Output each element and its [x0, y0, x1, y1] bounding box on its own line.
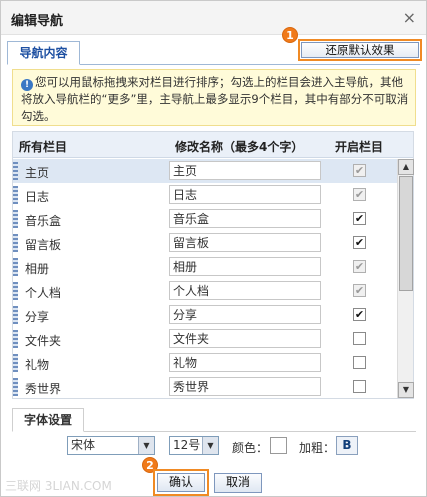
drag-handle-icon[interactable] — [13, 162, 18, 180]
enable-checkbox[interactable]: ✔ — [353, 308, 366, 321]
header-enable: 开启栏目 — [335, 140, 384, 154]
font-size-value: 12号 — [173, 438, 201, 452]
notice-text: 您可以用鼠标拖拽来对栏目进行排序；勾选上的栏目会进入主导航，其他将放入导航栏的“… — [21, 75, 409, 123]
color-label: 颜色： — [232, 441, 269, 455]
row-item-name: 日志 — [25, 190, 50, 204]
table-row[interactable]: 个人档 ✔ — [13, 279, 397, 303]
restore-default-button[interactable]: 还原默认效果 — [301, 42, 419, 58]
drag-handle-icon[interactable] — [13, 234, 18, 252]
table-row[interactable]: 文件夹 — [13, 327, 397, 351]
table-row[interactable]: 秀世界 — [13, 375, 397, 398]
enable-checkbox: ✔ — [353, 284, 366, 297]
step-badge-1: 1 — [282, 27, 298, 43]
rename-input[interactable] — [169, 281, 321, 300]
table-row[interactable]: 礼物 — [13, 351, 397, 375]
enable-checkbox[interactable] — [353, 380, 366, 393]
drag-handle-icon[interactable] — [13, 378, 18, 396]
drag-handle-icon[interactable] — [13, 306, 18, 324]
row-item-name: 分享 — [25, 310, 50, 324]
row-item-name: 文件夹 — [25, 334, 62, 348]
font-settings-row: 宋体 ▼ 12号 ▼ 颜色： 加粗： B — [12, 432, 416, 458]
table-row[interactable]: 分享 ✔ — [13, 303, 397, 327]
rename-input[interactable] — [169, 329, 321, 348]
edit-nav-dialog: 编辑导航 × 导航内容 1 还原默认效果 ! 您可以用鼠标拖拽来对栏目进行排序；勾… — [0, 0, 427, 497]
rename-input[interactable] — [169, 257, 321, 276]
font-size-select[interactable]: 12号 ▼ — [169, 436, 219, 455]
drag-handle-icon[interactable] — [13, 186, 18, 204]
cancel-button-wrap: 取消 — [214, 473, 262, 493]
scroll-down-icon[interactable]: ▼ — [398, 382, 414, 398]
drag-handle-icon[interactable] — [13, 282, 18, 300]
scroll-up-icon[interactable]: ▲ — [398, 159, 414, 175]
restore-default-button-highlight: 还原默认效果 — [298, 39, 422, 61]
rename-input[interactable] — [169, 209, 321, 228]
bold-label: 加粗： — [299, 441, 336, 455]
watermark-text: 三联网 3LIAN.COM — [5, 479, 112, 493]
rename-input[interactable] — [169, 305, 321, 324]
rename-input[interactable] — [169, 161, 321, 180]
confirm-button-highlight: 确认 — [153, 469, 209, 496]
rename-input[interactable] — [169, 233, 321, 252]
chevron-down-icon[interactable]: ▼ — [138, 437, 154, 454]
row-item-name: 秀世界 — [25, 382, 62, 396]
table-row[interactable]: 相册 ✔ — [13, 255, 397, 279]
tab-font-settings[interactable]: 字体设置 — [12, 408, 84, 432]
font-family-value: 宋体 — [71, 438, 96, 452]
drag-handle-icon[interactable] — [13, 258, 18, 276]
row-item-name: 留言板 — [25, 238, 62, 252]
drag-handle-icon[interactable] — [13, 354, 18, 372]
enable-checkbox[interactable]: ✔ — [353, 236, 366, 249]
chevron-down-icon[interactable]: ▼ — [202, 437, 218, 454]
row-item-name: 相册 — [25, 262, 50, 276]
rename-input[interactable] — [169, 377, 321, 396]
row-item-name: 音乐盒 — [25, 214, 62, 228]
enable-checkbox[interactable] — [353, 356, 366, 369]
enable-checkbox: ✔ — [353, 260, 366, 273]
header-all-items: 所有栏目 — [19, 140, 68, 154]
table-row[interactable]: 音乐盒 ✔ — [13, 207, 397, 231]
info-icon: ! — [21, 79, 33, 91]
header-rename: 修改名称（最多4个字） — [175, 140, 304, 154]
dialog-title: 编辑导航 — [11, 14, 64, 29]
font-family-select[interactable]: 宋体 ▼ — [67, 436, 155, 455]
notice-box: ! 您可以用鼠标拖拽来对栏目进行排序；勾选上的栏目会进入主导航，其他将放入导航栏的… — [12, 69, 416, 126]
tab-nav-content[interactable]: 导航内容 — [7, 41, 80, 65]
table-scrollbar[interactable]: ▲ ▼ — [397, 159, 414, 398]
drag-handle-icon[interactable] — [13, 210, 18, 228]
enable-checkbox: ✔ — [353, 164, 366, 177]
nav-items-table: 所有栏目 修改名称（最多4个字） 开启栏目 主页✔日志✔音乐盒✔留言板✔相册✔个… — [12, 131, 414, 399]
table-row[interactable]: 留言板 ✔ — [13, 231, 397, 255]
scroll-thumb[interactable] — [399, 176, 413, 291]
enable-checkbox[interactable] — [353, 332, 366, 345]
drag-handle-icon[interactable] — [13, 330, 18, 348]
color-swatch[interactable] — [270, 437, 287, 454]
rename-input[interactable] — [169, 353, 321, 372]
row-item-name: 礼物 — [25, 358, 50, 372]
dialog-titlebar: 编辑导航 × — [1, 1, 426, 35]
rename-input[interactable] — [169, 185, 321, 204]
cancel-button[interactable]: 取消 — [214, 473, 262, 493]
close-icon[interactable]: × — [403, 8, 416, 27]
table-header: 所有栏目 修改名称（最多4个字） 开启栏目 — [13, 132, 413, 158]
enable-checkbox[interactable]: ✔ — [353, 212, 366, 225]
confirm-button[interactable]: 确认 — [157, 473, 205, 492]
row-item-name: 主页 — [25, 166, 50, 180]
table-row[interactable]: 主页 ✔ — [13, 159, 397, 183]
enable-checkbox: ✔ — [353, 188, 366, 201]
table-row[interactable]: 日志 ✔ — [13, 183, 397, 207]
bold-toggle-button[interactable]: B — [336, 436, 358, 455]
table-rows: 主页 ✔ 日志 ✔ 音乐盒 ✔ 留言板 ✔ 相册 ✔ 个人档 ✔ 分享 ✔ 文件夹礼物秀世界 — [13, 159, 397, 398]
row-item-name: 个人档 — [25, 286, 62, 300]
